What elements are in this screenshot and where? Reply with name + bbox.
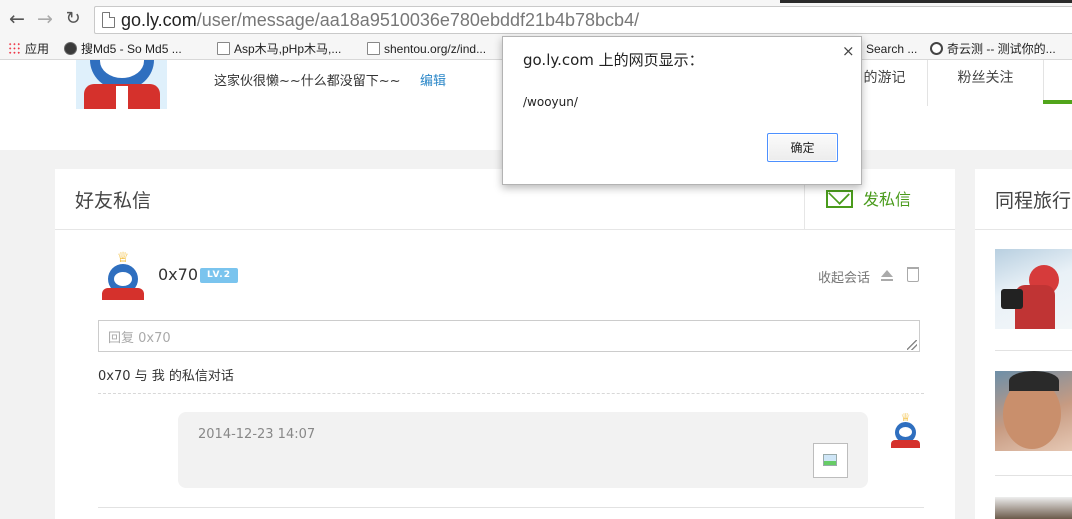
tab-divider xyxy=(1043,60,1044,104)
profile-bio: 这家伙很懒~~什么都没留下~~ xyxy=(214,74,401,89)
page-icon xyxy=(102,12,115,28)
alert-dialog: go.ly.com 上的网页显示： × /wooyun/ xyxy=(502,36,862,185)
apps-icon xyxy=(8,42,21,55)
dialog-title: go.ly.com 上的网页显示： xyxy=(523,51,704,69)
bookmark-search[interactable]: Search ... xyxy=(866,41,917,58)
sidebar-item-divider xyxy=(995,350,1072,351)
panel-divider xyxy=(55,229,955,230)
profile-avatar[interactable] xyxy=(76,60,167,109)
message-bubble xyxy=(178,412,868,488)
resize-grip-icon[interactable] xyxy=(907,340,917,350)
triangle-up-icon[interactable] xyxy=(881,270,893,281)
tab-fans-follow[interactable]: 粉丝关注 xyxy=(927,60,1043,106)
conversation-title: 0x70 与 我 的私信对话 xyxy=(98,369,234,384)
sidebar-thumbnail[interactable] xyxy=(995,249,1072,329)
sidebar-thumbnail[interactable] xyxy=(995,371,1072,451)
bookmark-apps[interactable]: 应用 xyxy=(8,41,49,58)
edit-bio-link[interactable]: 编辑 xyxy=(420,70,446,89)
sidebar-item-divider xyxy=(995,475,1072,476)
bookmark-shentou[interactable]: shentou.org/z/ind... xyxy=(367,41,486,58)
window-title-strip xyxy=(780,0,1072,3)
user-avatar[interactable]: ♕ xyxy=(98,250,148,300)
globe-icon xyxy=(64,42,77,55)
sidebar-divider xyxy=(975,229,1072,230)
sidebar-panel xyxy=(975,169,1072,519)
browser-toolbar: ← → ↻ go.ly.com/user/message/aa18a951003… xyxy=(0,0,1072,38)
bookmark-asp[interactable]: Asp木马,pHp木马,... xyxy=(217,41,341,58)
page-icon xyxy=(367,42,380,55)
page-icon xyxy=(217,42,230,55)
send-message-button[interactable]: 发私信 xyxy=(826,188,911,212)
sidebar-thumbnail[interactable] xyxy=(995,497,1072,519)
address-bar[interactable]: go.ly.com/user/message/aa18a9510036e780e… xyxy=(94,6,1072,34)
broken-image-icon[interactable] xyxy=(813,443,848,478)
browser-window: ← → ↻ go.ly.com/user/message/aa18a951003… xyxy=(0,0,1072,519)
dialog-message: /wooyun/ xyxy=(523,95,578,109)
back-arrow-icon[interactable]: ← xyxy=(6,8,28,30)
messages-title: 好友私信 xyxy=(75,190,152,212)
url-text: go.ly.com/user/message/aa18a9510036e780e… xyxy=(121,10,640,30)
envelope-icon xyxy=(826,190,853,208)
level-badge: LV.2 xyxy=(200,268,238,283)
message-timestamp: 2014-12-23 14:07 xyxy=(198,427,316,442)
bookmark-qiyunce[interactable]: 奇云测 -- 测试你的... xyxy=(930,41,1056,58)
trash-icon[interactable] xyxy=(907,267,919,282)
message-divider xyxy=(98,507,924,508)
my-avatar[interactable]: ♕ xyxy=(888,413,923,448)
bookmark-somd5[interactable]: 搜Md5 - So Md5 ... xyxy=(64,41,182,58)
reload-icon[interactable]: ↻ xyxy=(62,8,84,30)
ok-button[interactable]: 确定 xyxy=(767,133,838,162)
clock-icon xyxy=(930,42,943,55)
user-name[interactable]: 0x70 xyxy=(158,265,198,284)
forward-arrow-icon[interactable]: → xyxy=(34,8,56,30)
dashed-divider xyxy=(98,393,924,394)
collapse-conversation-button[interactable]: 收起会话 xyxy=(818,267,870,286)
reply-input[interactable] xyxy=(98,320,920,352)
close-icon[interactable]: × xyxy=(842,42,855,60)
active-tab-indicator xyxy=(1043,100,1072,104)
sidebar-title: 同程旅行 xyxy=(995,190,1072,212)
